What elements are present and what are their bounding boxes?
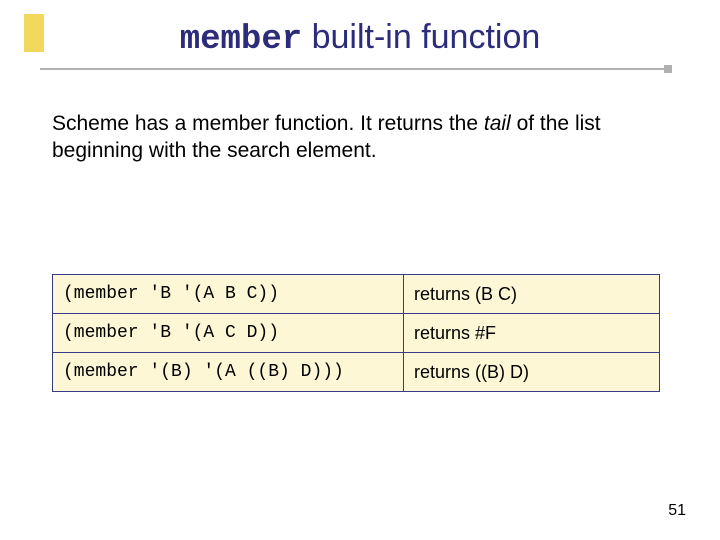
body-paragraph: Scheme has a member function. It returns…	[52, 110, 660, 165]
slide: member built-in function Scheme has a me…	[0, 0, 720, 540]
example-result: returns ((B) D)	[404, 353, 660, 392]
title-rest: built-in function	[302, 18, 540, 56]
example-code: (member 'B '(A B C))	[53, 275, 404, 314]
examples-table: (member 'B '(A B C)) returns (B C) (memb…	[52, 274, 660, 392]
body-italic: tail	[484, 112, 511, 135]
table-row: (member 'B '(A C D)) returns #F	[53, 314, 660, 353]
example-code: (member '(B) '(A ((B) D)))	[53, 353, 404, 392]
page-number: 51	[668, 502, 686, 520]
slide-title: member built-in function	[0, 18, 720, 59]
example-code: (member 'B '(A C D))	[53, 314, 404, 353]
title-underline	[40, 68, 666, 70]
body-pre: Scheme has a member function. It returns…	[52, 112, 484, 135]
example-result: returns #F	[404, 314, 660, 353]
table-row: (member 'B '(A B C)) returns (B C)	[53, 275, 660, 314]
title-code-word: member	[180, 21, 302, 59]
example-result: returns (B C)	[404, 275, 660, 314]
table-row: (member '(B) '(A ((B) D))) returns ((B) …	[53, 353, 660, 392]
